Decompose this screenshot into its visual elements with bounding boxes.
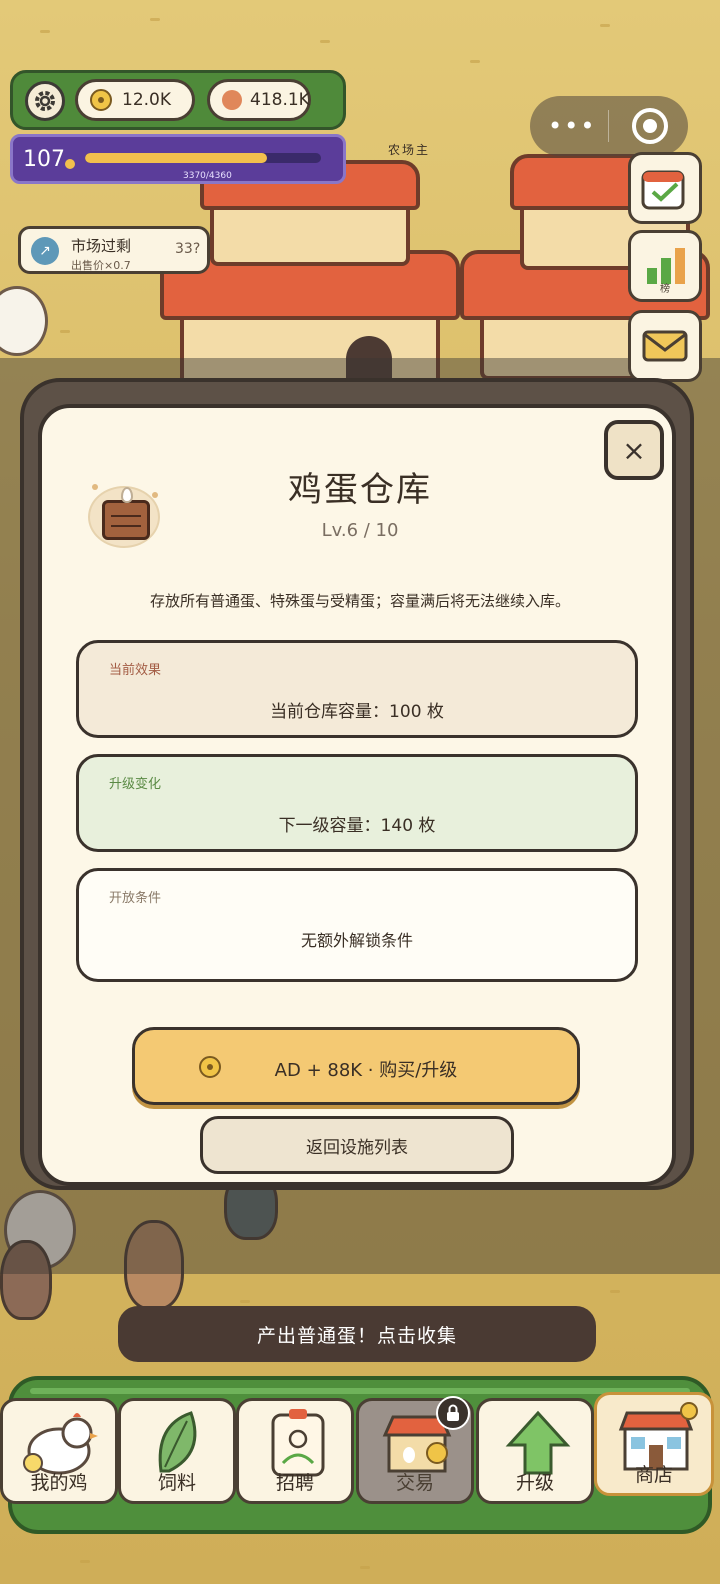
card-body: 无额外解锁条件 (300, 931, 413, 950)
upgrade-change-card: 升级变化 下一级容量：140 枚 (76, 754, 638, 852)
current-effect-card: 当前效果 当前仓库容量：100 枚 (76, 640, 638, 738)
mail-button[interactable] (628, 310, 702, 382)
resource-bar: 12.0K 418.1K (10, 70, 346, 130)
settings-button[interactable] (25, 81, 65, 121)
miniprogram-capsule: ••• (530, 96, 688, 156)
card-title: 当前效果 (109, 663, 162, 678)
more-menu-button[interactable]: ••• (548, 112, 596, 140)
bronze-counter[interactable]: 418.1K (207, 79, 311, 121)
xp-track (85, 153, 321, 163)
back-button-label: 返回设施列表 (306, 1137, 408, 1158)
envelope-icon (642, 330, 688, 362)
tab-recruit[interactable]: 招聘 (236, 1398, 354, 1504)
xp-text: 3370/4360 (183, 171, 232, 181)
tab-label: 饲料 (157, 1472, 196, 1494)
coin-amount: 12.0K (122, 90, 171, 110)
market-event-card[interactable]: ↗ 市场过剩 出售价×0.7 33? (18, 226, 210, 274)
tab-label: 交易 (395, 1472, 434, 1494)
daily-checkin-button[interactable] (628, 152, 702, 224)
upgrade-button-label: AD + 88K · 购买/升级 (274, 1060, 458, 1081)
card-body: 当前仓库容量：100 枚 (270, 702, 444, 722)
xp-fill (85, 153, 268, 163)
lock-icon (436, 1396, 470, 1430)
coin-icon (90, 89, 112, 111)
tab-feed[interactable]: 饲料 (118, 1398, 236, 1504)
collect-eggs-toast[interactable]: 产出普通蛋！点击收集 (118, 1306, 596, 1362)
trend-up-icon: ↗ (31, 237, 59, 265)
tab-label: 招聘 (275, 1472, 314, 1494)
back-to-list-button[interactable]: 返回设施列表 (200, 1116, 514, 1174)
coin-counter[interactable]: 12.0K (75, 79, 195, 121)
market-event-title: 市场过剩 (71, 237, 132, 255)
tab-label: 商店 (634, 1464, 673, 1486)
tab-shop[interactable]: 商店 (594, 1392, 714, 1496)
tab-upgrade[interactable]: 升级 (476, 1398, 594, 1504)
upgrade-button[interactable]: AD + 88K · 购买/升级 (132, 1027, 580, 1105)
close-miniprogram-button[interactable] (632, 108, 668, 144)
toast-text: 产出普通蛋！点击收集 (256, 1324, 457, 1347)
bronze-coin-icon (222, 90, 242, 110)
card-title: 开放条件 (109, 891, 162, 906)
player-level-bar[interactable]: 107 农场主 3370/4360 (10, 134, 428, 184)
tab-label: 升级 (515, 1472, 554, 1494)
card-body: 下一级容量：140 枚 (278, 816, 436, 836)
facility-description: 存放所有普通蛋、特殊蛋与受精蛋；容量满后将无法继续入库。 (149, 592, 570, 610)
capsule-divider (608, 110, 609, 142)
facility-level: Lv.6 / 10 (321, 520, 399, 541)
gear-icon (35, 91, 55, 111)
tab-my-chickens[interactable]: 我的鸡 (0, 1398, 118, 1504)
modal-title: 鸡蛋仓库 (288, 470, 432, 510)
market-event-timer: 33? (175, 241, 201, 257)
market-event-subtitle: 出售价×0.7 (71, 259, 131, 272)
tab-label: 我的鸡 (30, 1472, 88, 1494)
leaderboard-button[interactable]: 榜 (628, 230, 702, 302)
calendar-check-icon (641, 170, 685, 210)
card-title: 升级变化 (109, 777, 162, 792)
bronze-amount: 418.1K (250, 90, 310, 110)
level-marker-icon (65, 159, 75, 169)
leaderboard-label: 榜 (660, 284, 670, 295)
unlock-condition-card: 开放条件 无额外解锁条件 (76, 868, 638, 982)
